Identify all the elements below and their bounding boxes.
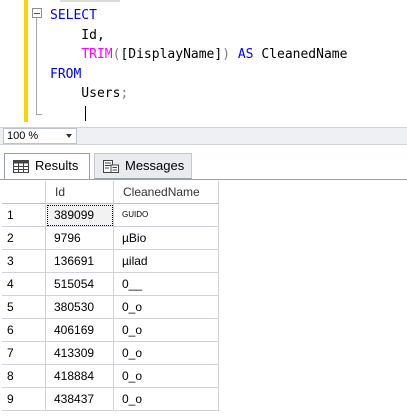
tab-messages-label: Messages <box>125 158 185 173</box>
cell-id[interactable]: 418884 <box>46 365 114 388</box>
row-header-corner[interactable] <box>2 181 46 204</box>
row-number[interactable]: 3 <box>2 250 46 273</box>
cell-cleanedname[interactable]: 0_o <box>114 319 219 342</box>
chevron-down-icon <box>66 134 72 138</box>
change-tracking-bar <box>24 0 28 122</box>
cell-id[interactable]: 380530 <box>46 296 114 319</box>
messages-icon <box>103 160 119 173</box>
outline-end <box>36 114 42 115</box>
code-token: CleanedName <box>253 47 348 62</box>
cell-cleanedname[interactable]: µilad <box>114 250 219 273</box>
grid-icon <box>13 160 29 173</box>
code-token: ) <box>222 47 231 62</box>
tab-messages[interactable]: Messages <box>94 153 192 179</box>
text-caret <box>85 106 86 121</box>
cell-id[interactable]: 389099 <box>46 204 114 227</box>
code-line[interactable]: Users; <box>50 84 407 104</box>
results-tabstrip: Messages Results <box>0 145 407 181</box>
cell-cleanedname[interactable]: 0_o <box>114 342 219 365</box>
code-line[interactable]: FROM <box>50 65 407 85</box>
code-token: SELECT <box>50 8 97 23</box>
cell-id[interactable]: 406169 <box>46 319 114 342</box>
row-number[interactable]: 5 <box>2 296 46 319</box>
cell-id[interactable]: 438437 <box>46 388 114 411</box>
code-token: ; <box>120 86 129 101</box>
code-token: Users <box>50 86 121 101</box>
code-token: [DisplayName] <box>120 47 223 62</box>
cell-id[interactable]: 515054 <box>46 273 114 296</box>
tab-results[interactable]: Results <box>4 153 90 179</box>
table-row[interactable]: 6 406169 0_o <box>2 319 407 342</box>
results-grid[interactable]: Id CleanedName 1 389099 GUIDO 2 9796 µBio 3 136… <box>2 181 407 418</box>
code-line[interactable]: SELECT <box>50 6 407 26</box>
outline-line <box>36 18 37 115</box>
previous-line-fragment <box>60 0 120 2</box>
column-header-cleanedname[interactable]: CleanedName <box>114 181 219 204</box>
table-row[interactable]: 9 438437 0_o <box>2 388 407 411</box>
cell-cleanedname[interactable]: GUIDO <box>114 204 219 227</box>
cell-id[interactable]: 136691 <box>46 250 114 273</box>
table-row[interactable]: 4 515054 0__ <box>2 273 407 296</box>
code-token: FROM <box>50 66 82 82</box>
code-line[interactable]: Id, <box>50 26 407 46</box>
table-row[interactable]: 2 9796 µBio <box>2 227 407 250</box>
row-number[interactable]: 2 <box>2 227 46 250</box>
code-token: AS <box>237 47 254 62</box>
cell-cleanedname[interactable]: 0__ <box>114 273 219 296</box>
row-number[interactable]: 1 <box>2 204 46 227</box>
zoom-value: 100 % <box>7 130 39 142</box>
table-row[interactable]: 3 136691 µilad <box>2 250 407 273</box>
query-editor[interactable]: SELECT Id, TRIM([DisplayName]) AS Cleane… <box>0 0 407 127</box>
row-number[interactable]: 7 <box>2 342 46 365</box>
cell-cleanedname[interactable]: 0_o <box>114 365 219 388</box>
table-row[interactable]: 5 380530 0_o <box>2 296 407 319</box>
row-number[interactable]: 9 <box>2 388 46 411</box>
tab-results-label: Results <box>35 158 79 173</box>
row-number[interactable]: 6 <box>2 319 46 342</box>
table-row[interactable]: 7 413309 0_o <box>2 342 407 365</box>
sql-code[interactable]: SELECT Id, TRIM([DisplayName]) AS Cleane… <box>50 6 407 123</box>
code-line[interactable]: TRIM([DisplayName]) AS CleanedName <box>50 45 407 65</box>
code-token: TRIM <box>81 47 113 62</box>
column-header-id[interactable]: Id <box>46 181 114 204</box>
editor-margin <box>0 0 26 127</box>
zoom-dropdown[interactable]: 100 % <box>3 128 77 144</box>
collapse-icon[interactable] <box>32 8 42 18</box>
cell-cleanedname[interactable]: 0_o <box>114 296 219 319</box>
table-row[interactable]: 8 418884 0_o <box>2 365 407 388</box>
cell-id[interactable]: 413309 <box>46 342 114 365</box>
tab-divider <box>0 179 407 180</box>
code-line[interactable] <box>50 104 407 124</box>
cell-id[interactable]: 9796 <box>46 227 114 250</box>
zoom-bar: 100 % <box>0 127 407 145</box>
row-number[interactable]: 4 <box>2 273 46 296</box>
row-number[interactable]: 8 <box>2 365 46 388</box>
grid-header-row: Id CleanedName <box>2 181 407 204</box>
table-row[interactable]: 1 389099 GUIDO <box>2 204 407 227</box>
code-token: Id, <box>50 27 105 43</box>
cell-cleanedname[interactable]: 0_o <box>114 388 219 411</box>
cell-cleanedname[interactable]: µBio <box>114 227 219 250</box>
